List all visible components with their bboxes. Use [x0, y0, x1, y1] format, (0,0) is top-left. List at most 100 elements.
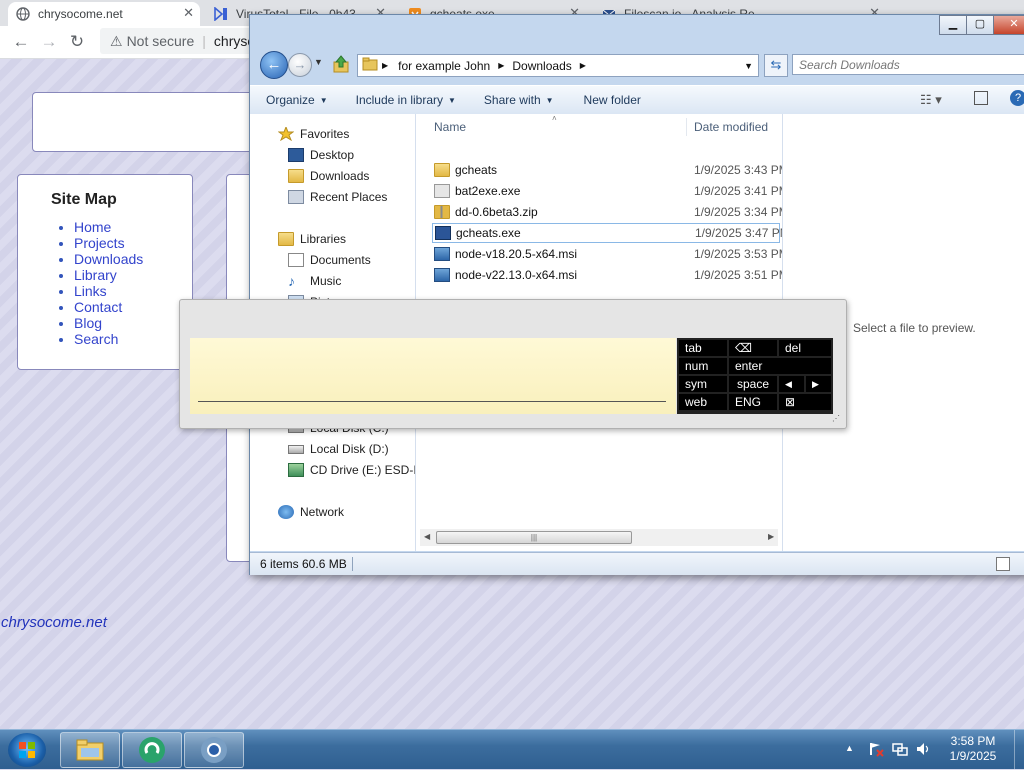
system-clock[interactable]: 3:58 PM 1/9/2025: [936, 734, 1010, 764]
show-hidden-icons-icon[interactable]: ▲: [845, 743, 854, 753]
file-row[interactable]: node-v22.13.0-x64.msi 1/9/2025 3:51 PM: [434, 265, 789, 285]
key-language[interactable]: ENG: [729, 394, 777, 410]
key-right-arrow[interactable]: ▶: [806, 376, 831, 392]
key-tab[interactable]: tab: [679, 340, 727, 356]
command-bar: Organize ▼ Include in library ▼ Share with…: [250, 85, 1024, 115]
sitemap-link-links[interactable]: Links: [74, 283, 107, 299]
nav-favorites[interactable]: Favorites: [277, 125, 349, 142]
show-desktop-button[interactable]: [1014, 730, 1024, 769]
window-controls: ▁ ▢ ✕: [939, 15, 1024, 35]
nav-desktop[interactable]: Desktop: [288, 148, 354, 162]
documents-icon: [288, 253, 304, 267]
explorer-window: ▁ ▢ ✕ ← → ▼ ▶ for example John ▶ Downloa…: [249, 14, 1024, 575]
action-center-icon[interactable]: [868, 741, 884, 760]
sitemap-link-downloads[interactable]: Downloads: [74, 251, 143, 267]
refresh-icon[interactable]: ⇆: [764, 54, 788, 77]
sitemap-link-projects[interactable]: Projects: [74, 235, 125, 251]
sitemap-link-contact[interactable]: Contact: [74, 299, 122, 315]
volume-icon[interactable]: [915, 741, 931, 760]
minimize-icon[interactable]: ▁: [939, 15, 967, 35]
back-arrow-icon[interactable]: ←: [10, 31, 32, 53]
organize-menu[interactable]: Organize ▼: [266, 93, 328, 107]
tab-chrysocome[interactable]: chrysocome.net ✕: [8, 2, 200, 26]
close-tab-icon[interactable]: ✕: [183, 5, 194, 21]
input-underline: [198, 401, 666, 402]
site-map-list: Home Projects Downloads Library Links Co…: [18, 219, 192, 347]
tab-title: chrysocome.net: [38, 7, 123, 21]
breadcrumb[interactable]: ▶ for example John ▶ Downloads ▶ ▼: [357, 54, 759, 77]
include-in-library-menu[interactable]: Include in library ▼: [356, 93, 456, 107]
maximize-icon[interactable]: ▢: [966, 15, 994, 35]
key-backspace[interactable]: ⌫: [729, 340, 777, 356]
taskbar-app[interactable]: [122, 732, 182, 768]
sitemap-link-blog[interactable]: Blog: [74, 315, 102, 331]
folder-icon: [434, 163, 450, 177]
file-row[interactable]: dd-0.6beta3.zip 1/9/2025 3:34 PM: [434, 202, 789, 222]
column-header-date-modified[interactable]: Date modified: [694, 120, 768, 134]
resize-grip-icon[interactable]: ⋰: [832, 414, 840, 423]
sitemap-link-library[interactable]: Library: [74, 267, 117, 283]
key-space[interactable]: space: [729, 376, 777, 392]
nav-cd-drive[interactable]: CD Drive (E:) ESD-ISO: [288, 463, 415, 477]
key-sym[interactable]: sym: [679, 376, 727, 392]
status-bar: 6 items 60.6 MB: [250, 552, 1024, 575]
view-options-icon[interactable]: ☷ ▾: [920, 92, 942, 108]
breadcrumb-user[interactable]: for example John: [398, 59, 490, 73]
nav-local-disk-d[interactable]: Local Disk (D:): [288, 442, 389, 456]
breadcrumb-downloads[interactable]: Downloads: [512, 59, 571, 73]
back-arrow-icon[interactable]: ←: [260, 51, 288, 79]
details-view-icon[interactable]: [996, 557, 1010, 571]
libraries-icon: [278, 232, 294, 246]
close-icon[interactable]: ✕: [993, 15, 1024, 35]
sitemap-link-home[interactable]: Home: [74, 219, 111, 235]
chevron-right-icon[interactable]: ▶: [382, 61, 388, 70]
key-enter[interactable]: enter: [729, 358, 831, 374]
forward-arrow-icon[interactable]: →: [38, 31, 60, 53]
scroll-left-icon[interactable]: ◀: [424, 532, 430, 541]
nav-music[interactable]: ♪ Music: [288, 274, 341, 288]
file-row-selected[interactable]: gcheats.exe 1/9/2025 3:47 PM: [432, 223, 790, 243]
site-map-panel: Site Map Home Projects Downloads Library…: [17, 174, 193, 370]
chevron-right-icon[interactable]: ▶: [580, 61, 586, 70]
key-hide-keyboard[interactable]: ⊠: [779, 394, 831, 410]
forward-arrow-icon[interactable]: →: [288, 53, 312, 77]
scroll-right-icon[interactable]: ▶: [768, 532, 774, 541]
taskbar-explorer[interactable]: [60, 732, 120, 768]
recent-pages-chevron-icon[interactable]: ▼: [314, 57, 323, 67]
keyboard-input-area[interactable]: [190, 338, 676, 414]
nav-recent-places[interactable]: Recent Places: [288, 190, 387, 204]
footer-link[interactable]: chrysocome.net: [1, 614, 107, 631]
clock-time: 3:58 PM: [950, 734, 996, 748]
share-with-menu[interactable]: Share with ▼: [484, 93, 554, 107]
horizontal-scrollbar[interactable]: ◀ ||| ▶: [420, 529, 778, 546]
search-input[interactable]: Search Downloads: [792, 54, 1024, 75]
desktop-icon: [288, 148, 304, 162]
taskbar-chrome[interactable]: [184, 732, 244, 768]
key-web[interactable]: web: [679, 394, 727, 410]
nav-libraries[interactable]: Libraries: [278, 232, 346, 246]
nav-downloads[interactable]: Downloads: [288, 169, 369, 183]
reload-icon[interactable]: ↻: [66, 31, 88, 53]
key-left-arrow[interactable]: ◀: [779, 376, 804, 392]
nav-documents[interactable]: Documents: [288, 253, 371, 267]
chevron-right-icon[interactable]: ▶: [498, 61, 504, 70]
address-dropdown-icon[interactable]: ▼: [744, 61, 753, 71]
key-num[interactable]: num: [679, 358, 727, 374]
clock-date: 1/9/2025: [949, 749, 997, 763]
key-delete[interactable]: del: [779, 340, 831, 356]
sitemap-link-search[interactable]: Search: [74, 331, 118, 347]
network-icon: [278, 505, 294, 519]
up-folder-icon[interactable]: [332, 54, 350, 74]
zip-folder-icon: [434, 205, 450, 219]
nav-network[interactable]: Network: [278, 505, 344, 519]
file-row[interactable]: gcheats 1/9/2025 3:43 PM: [434, 160, 789, 180]
scrollbar-thumb[interactable]: |||: [436, 531, 632, 544]
network-status-icon[interactable]: [892, 741, 908, 760]
help-icon[interactable]: ?: [1010, 90, 1024, 106]
file-row[interactable]: bat2exe.exe 1/9/2025 3:41 PM: [434, 181, 789, 201]
file-row[interactable]: node-v18.20.5-x64.msi 1/9/2025 3:53 PM: [434, 244, 789, 264]
start-button[interactable]: [8, 733, 46, 767]
new-folder-button[interactable]: New folder: [584, 93, 641, 107]
column-header-name[interactable]: Name: [434, 120, 466, 134]
preview-pane-icon[interactable]: [974, 91, 988, 105]
